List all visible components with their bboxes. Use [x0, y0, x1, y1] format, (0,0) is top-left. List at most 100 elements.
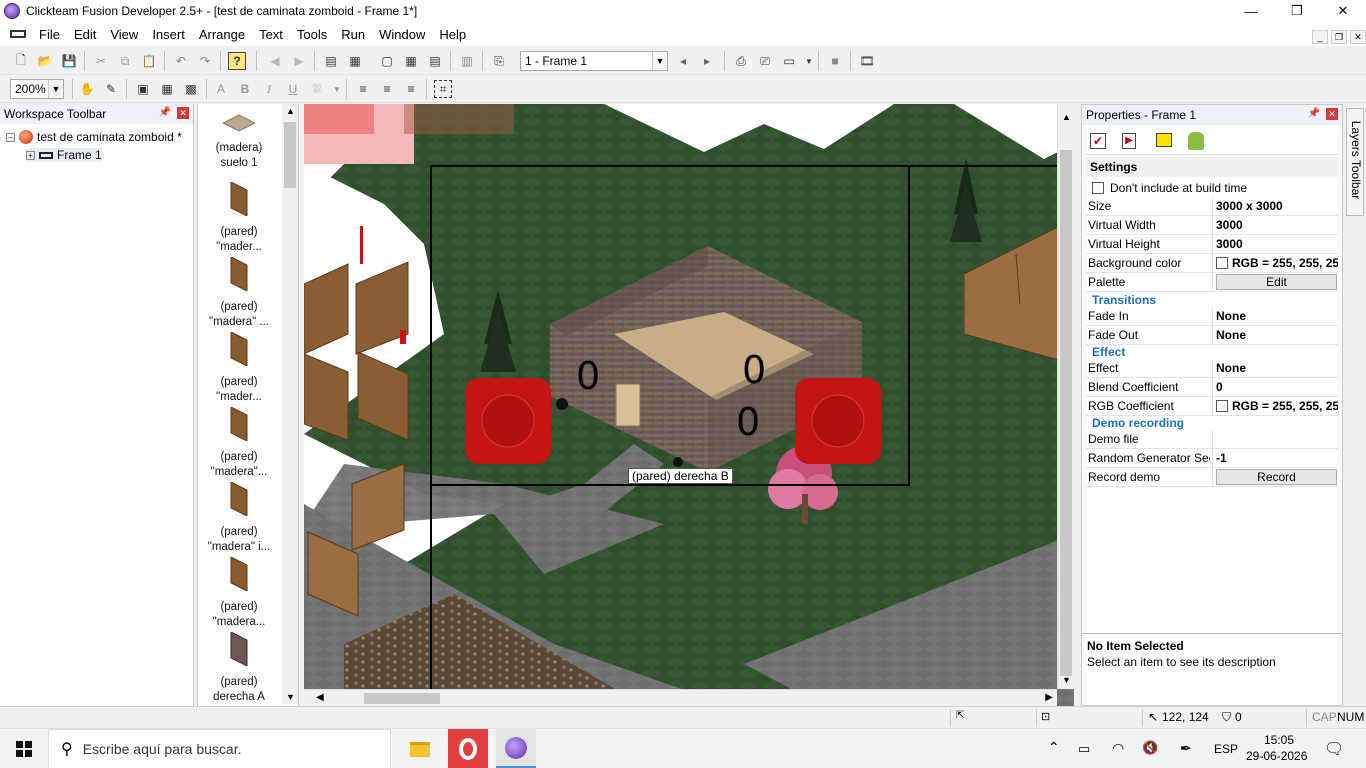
mdi-minimize-button[interactable]: _: [1312, 30, 1328, 44]
run-application-icon[interactable]: ⎚: [756, 52, 774, 70]
undo-icon[interactable]: ↶: [172, 52, 190, 70]
object-list-scrollbar[interactable]: ▲ ▼: [282, 104, 298, 704]
palette-edit-button[interactable]: Edit: [1216, 274, 1337, 290]
previous-frame-icon[interactable]: ◂: [674, 52, 692, 70]
prop-size[interactable]: Size 3000 x 3000: [1086, 197, 1338, 216]
forward-icon[interactable]: ▶: [290, 52, 308, 70]
close-panel-icon[interactable]: ✕: [1326, 108, 1338, 120]
chevron-down-icon[interactable]: ▼: [48, 80, 63, 98]
tree-item-project[interactable]: − test de caminata zomboid *: [6, 130, 182, 144]
select-area-icon[interactable]: ⌗: [434, 80, 452, 98]
prop-demo-file[interactable]: Demo file: [1086, 430, 1338, 449]
mdi-close-button[interactable]: ✕: [1350, 30, 1366, 44]
align-center-icon[interactable]: ≡: [378, 80, 396, 98]
record-button[interactable]: Record: [1216, 469, 1337, 485]
run-frame-icon[interactable]: ⎙: [732, 52, 750, 70]
object-item[interactable]: (pared) "madera"...: [198, 406, 280, 480]
pen-icon[interactable]: ✒: [1180, 740, 1192, 757]
scroll-down-icon[interactable]: ▼: [286, 692, 295, 702]
help-icon[interactable]: ?: [228, 52, 246, 70]
scroll-right-icon[interactable]: ▶: [1045, 692, 1053, 703]
fill-dropdown-icon[interactable]: ▼: [328, 80, 346, 98]
menu-file[interactable]: File: [32, 27, 67, 42]
menu-text[interactable]: Text: [252, 27, 290, 42]
scroll-up-icon[interactable]: ▲: [1062, 112, 1071, 122]
counter-display[interactable]: 0: [576, 354, 600, 398]
frame-editor-icon[interactable]: ▦: [346, 52, 364, 70]
close-panel-icon[interactable]: ✕: [177, 107, 189, 119]
grid-icon[interactable]: ▣: [134, 80, 152, 98]
object-item[interactable]: (pared) "mader...: [198, 331, 280, 405]
redo-icon[interactable]: ↷: [196, 52, 214, 70]
maximize-button[interactable]: ❐: [1274, 0, 1320, 22]
wifi-icon[interactable]: ◠: [1112, 740, 1124, 757]
prop-virtual-width[interactable]: Virtual Width 3000: [1086, 216, 1338, 235]
dont-include-checkbox[interactable]: Don't include at build time: [1092, 181, 1247, 195]
hand-icon[interactable]: ✋: [78, 80, 96, 98]
event-list-icon[interactable]: ▦: [402, 52, 420, 70]
menu-run[interactable]: Run: [334, 27, 372, 42]
grid-setup-icon[interactable]: ▩: [182, 80, 200, 98]
storyboard-editor-icon[interactable]: ▤: [322, 52, 340, 70]
menu-insert[interactable]: Insert: [145, 27, 192, 42]
list-icon[interactable]: ▥: [458, 52, 476, 70]
notifications-icon[interactable]: 🗨: [1324, 739, 1344, 759]
expand-icon[interactable]: +: [26, 150, 35, 160]
align-left-icon[interactable]: ≡: [354, 80, 372, 98]
language-indicator[interactable]: ESP: [1214, 742, 1238, 756]
scroll-thumb[interactable]: [364, 693, 440, 704]
scroll-down-icon[interactable]: ▼: [1062, 675, 1071, 685]
next-frame-icon[interactable]: ▸: [698, 52, 716, 70]
mdi-restore-button[interactable]: ❐: [1331, 30, 1347, 44]
tree-item-frame[interactable]: + Frame 1: [26, 148, 102, 162]
prop-random-seed[interactable]: Random Generator See -1: [1086, 449, 1338, 468]
data-elements-icon[interactable]: ▤: [426, 52, 444, 70]
menu-window[interactable]: Window: [372, 27, 432, 42]
windows-start-icon[interactable]: [16, 741, 32, 757]
snap-grid-icon[interactable]: ▦: [158, 80, 176, 98]
editor-vertical-scrollbar[interactable]: ▲ ▼: [1057, 104, 1074, 689]
opera-browser-icon[interactable]: [448, 729, 488, 768]
prop-fade-out[interactable]: Fade Out None: [1086, 326, 1338, 345]
scroll-thumb[interactable]: [1060, 150, 1072, 676]
battery-icon[interactable]: ▭: [1078, 741, 1090, 757]
prop-fade-in[interactable]: Fade In None: [1086, 307, 1338, 326]
chevron-down-icon[interactable]: ▼: [652, 52, 667, 70]
build-dropdown-icon[interactable]: ▼: [800, 52, 818, 70]
settings-tab-icon[interactable]: ✔: [1090, 133, 1106, 149]
zoom-selector[interactable]: 200% ▼: [10, 79, 64, 99]
pin-icon[interactable]: 📌: [1308, 108, 1320, 119]
prop-blend-coefficient[interactable]: Blend Coefficient 0: [1086, 378, 1338, 397]
counter-display[interactable]: 0: [736, 400, 760, 444]
bold-button[interactable]: B: [236, 80, 254, 98]
new-file-icon[interactable]: 🗋: [12, 52, 30, 70]
align-right-icon[interactable]: ≡: [402, 80, 420, 98]
font-icon[interactable]: A: [212, 80, 230, 98]
prop-effect[interactable]: Effect None: [1086, 359, 1338, 378]
stop-icon[interactable]: ■: [826, 52, 844, 70]
menu-view[interactable]: View: [103, 27, 145, 42]
volume-muted-icon[interactable]: 🔇: [1142, 740, 1158, 756]
fill-color-icon[interactable]: ⛆: [308, 80, 326, 98]
frame-selector[interactable]: 1 - Frame 1 ▼: [520, 51, 668, 71]
scroll-up-icon[interactable]: ▲: [286, 106, 295, 116]
menu-edit[interactable]: Edit: [67, 27, 103, 42]
pin-icon[interactable]: 📌: [159, 107, 171, 118]
fusion-taskbar-icon[interactable]: [496, 729, 536, 768]
object-item[interactable]: (pared) "mader...: [198, 181, 280, 255]
chevron-up-icon[interactable]: ⌃: [1048, 739, 1060, 756]
open-folder-icon[interactable]: 📂: [36, 52, 54, 70]
object-item[interactable]: (pared) "madera" i...: [198, 481, 280, 555]
copy-icon[interactable]: ⧉: [116, 52, 134, 70]
prop-rgb-coefficient[interactable]: RGB Coefficient RGB = 255, 255, 25: [1086, 397, 1338, 416]
save-icon[interactable]: 💾: [60, 52, 78, 70]
runtime-tab-icon[interactable]: ▶: [1122, 133, 1136, 149]
underline-button[interactable]: U: [284, 80, 302, 98]
layers-toolbar-tab[interactable]: Layers Toolbar: [1346, 108, 1364, 216]
object-item[interactable]: (pared) "madera...: [198, 556, 280, 630]
close-button[interactable]: ✕: [1320, 0, 1366, 22]
about-tab-icon[interactable]: [1156, 133, 1172, 147]
minimize-button[interactable]: —: [1228, 0, 1274, 22]
android-tab-icon[interactable]: [1188, 132, 1204, 150]
film-icon[interactable]: 🎞: [858, 52, 876, 70]
